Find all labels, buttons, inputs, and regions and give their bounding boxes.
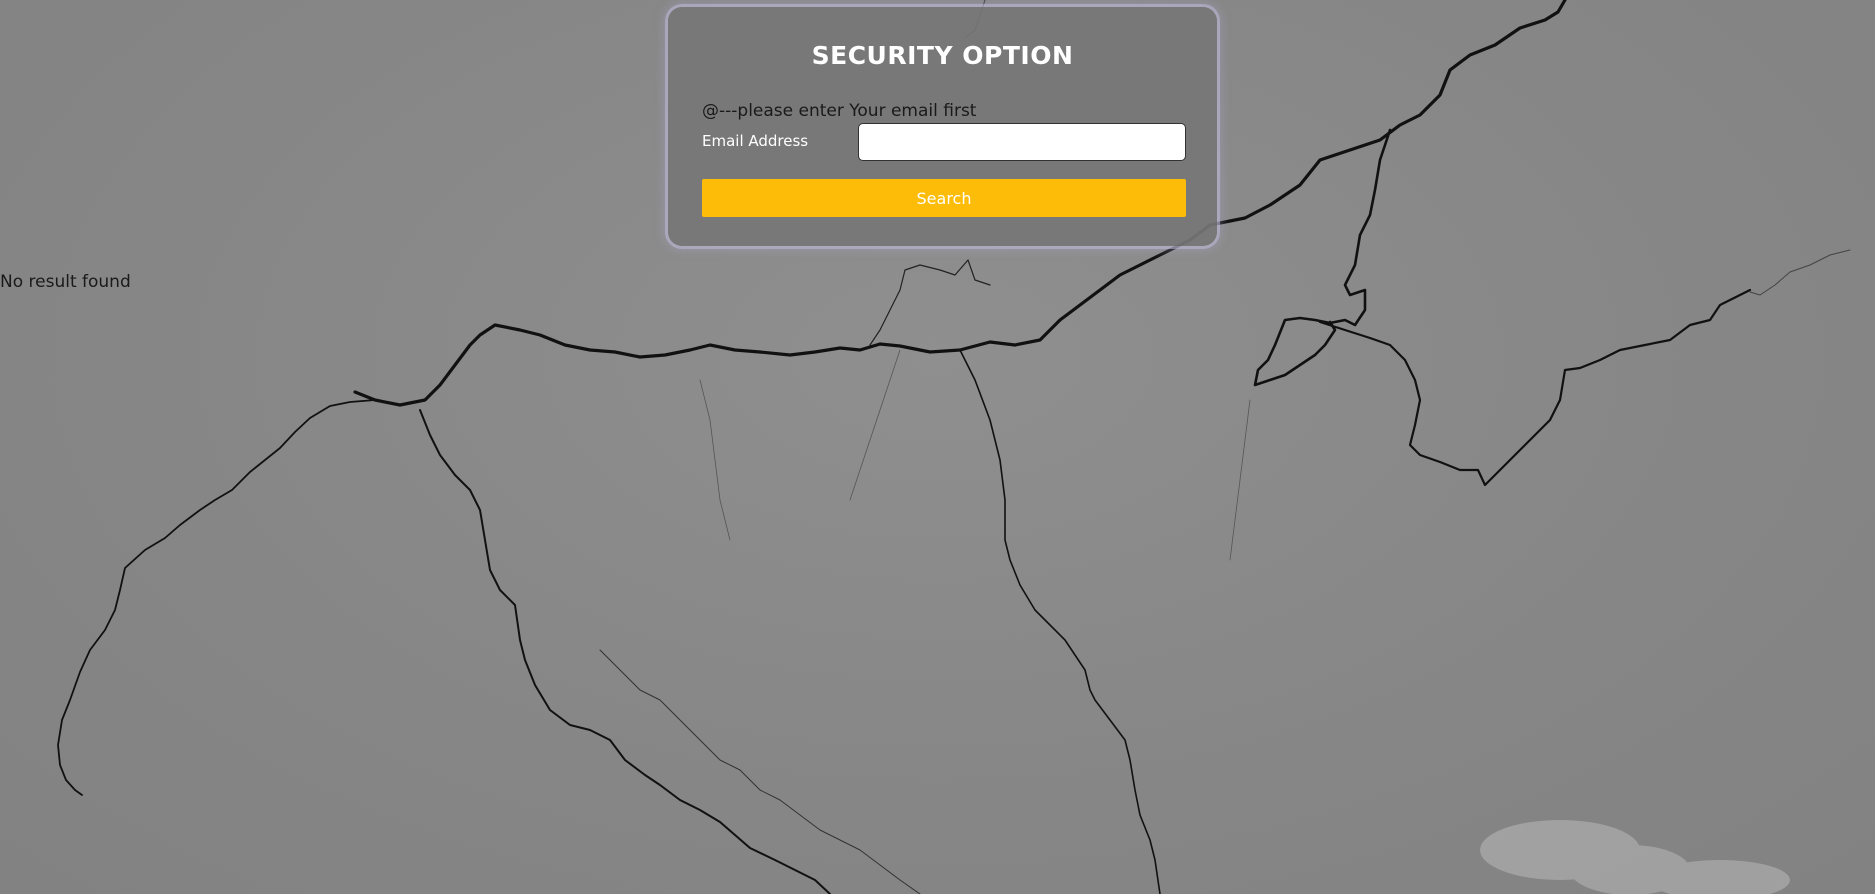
email-prompt-text: @---please enter Your email first	[702, 101, 977, 121]
search-button[interactable]: Search	[702, 179, 1186, 217]
panel-title: SECURITY OPTION	[811, 41, 1074, 70]
no-result-message: No result found	[0, 272, 131, 292]
email-address-input[interactable]	[858, 123, 1186, 161]
email-address-label: Email Address	[702, 132, 809, 150]
security-option-panel: SECURITY OPTION @---please enter Your em…	[668, 7, 1217, 246]
